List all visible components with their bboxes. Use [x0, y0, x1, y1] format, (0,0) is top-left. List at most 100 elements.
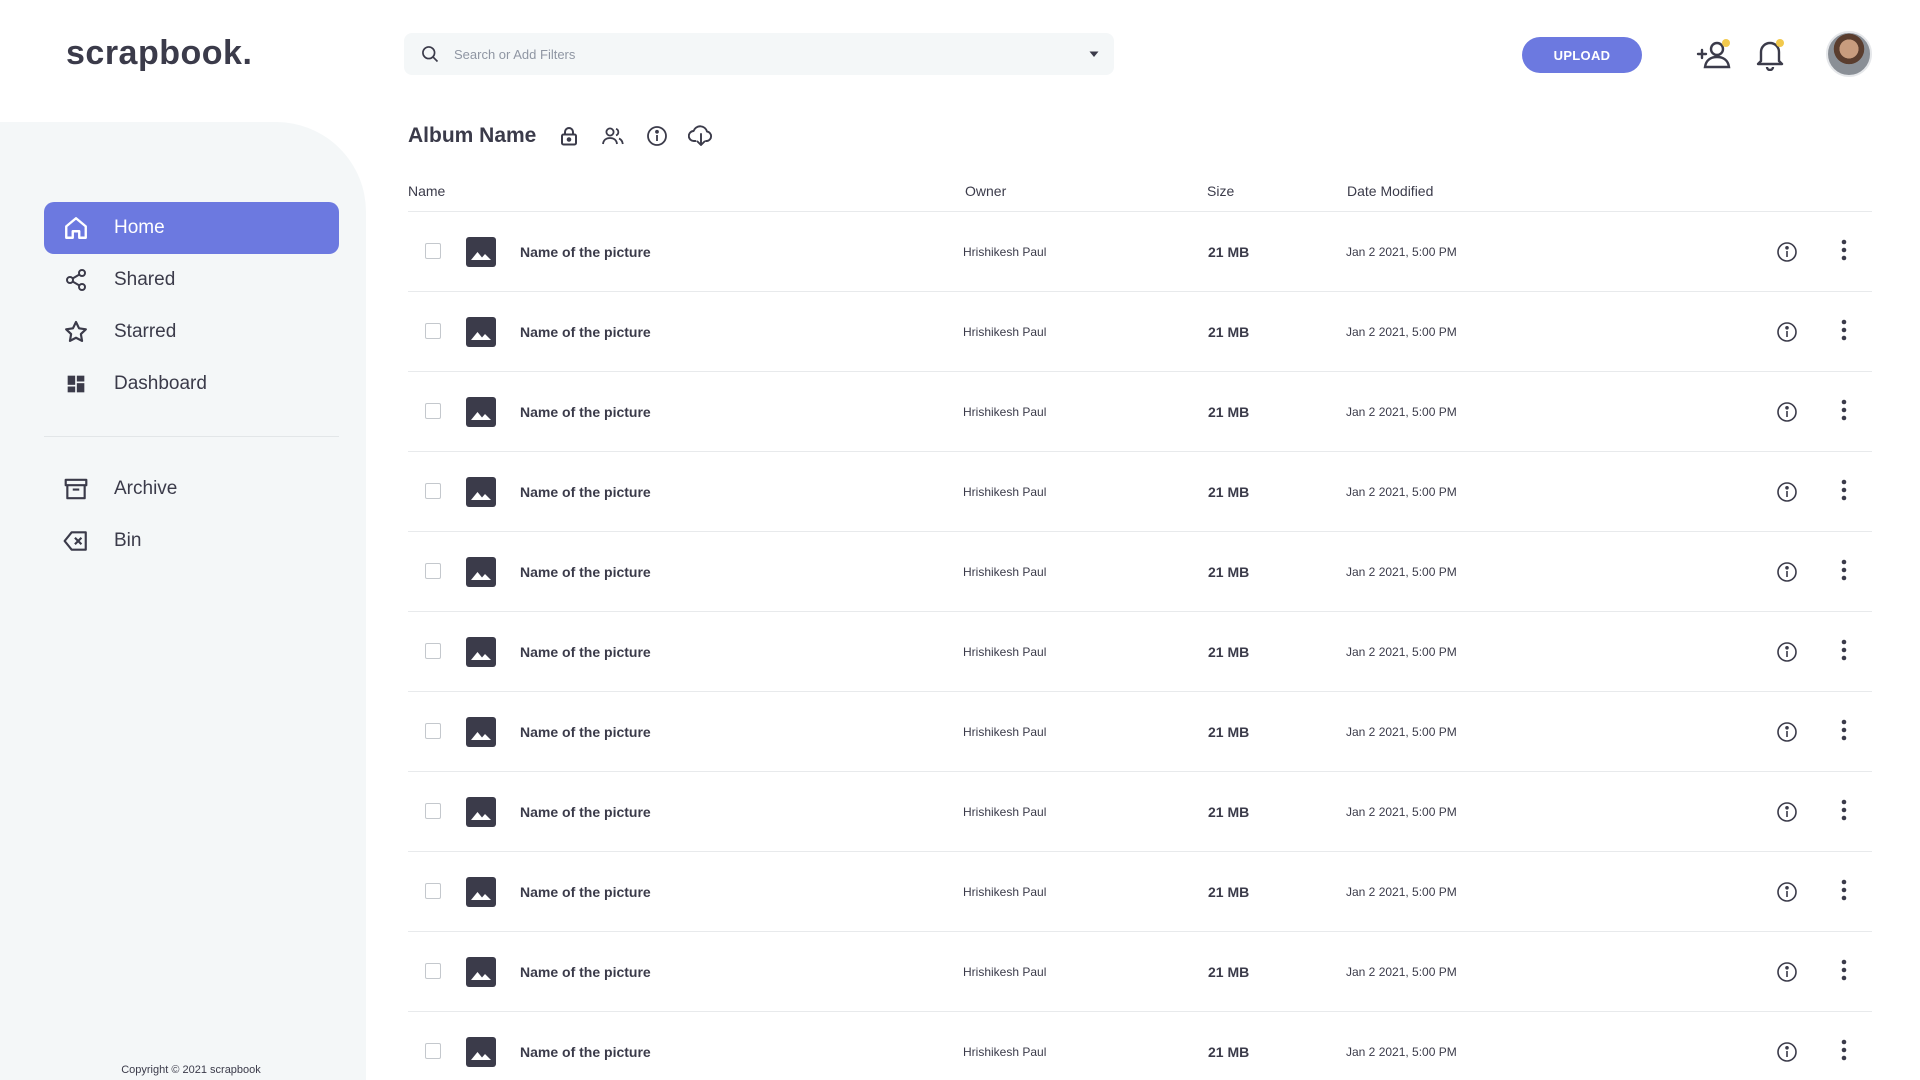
chevron-down-icon[interactable] [1088, 48, 1100, 60]
row-checkbox[interactable] [425, 803, 441, 819]
file-name[interactable]: Name of the picture [520, 324, 651, 340]
table-row[interactable]: Name of the picture Hrishikesh Paul 21 M… [408, 612, 1872, 692]
row-checkbox[interactable] [425, 883, 441, 899]
row-checkbox[interactable] [425, 643, 441, 659]
file-owner: Hrishikesh Paul [963, 565, 1047, 579]
file-date: Jan 2 2021, 5:00 PM [1346, 1045, 1457, 1059]
file-date: Jan 2 2021, 5:00 PM [1346, 485, 1457, 499]
info-icon[interactable] [1776, 1041, 1798, 1063]
bell-icon[interactable] [1750, 34, 1790, 74]
file-name[interactable]: Name of the picture [520, 964, 651, 980]
row-checkbox[interactable] [425, 323, 441, 339]
more-vertical-icon[interactable] [1832, 879, 1856, 905]
search-input[interactable] [454, 46, 1054, 62]
more-vertical-icon[interactable] [1832, 799, 1856, 825]
file-date: Jan 2 2021, 5:00 PM [1346, 645, 1457, 659]
table-row[interactable]: Name of the picture Hrishikesh Paul 21 M… [408, 692, 1872, 772]
more-vertical-icon[interactable] [1832, 959, 1856, 985]
more-vertical-icon[interactable] [1832, 1039, 1856, 1065]
info-icon[interactable] [1776, 241, 1798, 263]
row-checkbox[interactable] [425, 483, 441, 499]
info-icon[interactable] [1776, 401, 1798, 423]
column-header-size[interactable]: Size [1207, 183, 1234, 199]
upload-button[interactable]: UPLOAD [1522, 37, 1642, 73]
info-icon[interactable] [1776, 321, 1798, 343]
file-date: Jan 2 2021, 5:00 PM [1346, 245, 1457, 259]
table-row[interactable]: Name of the picture Hrishikesh Paul 21 M… [408, 372, 1872, 452]
image-icon [466, 237, 496, 267]
info-icon[interactable] [1776, 641, 1798, 663]
sidebar-item-label: Shared [114, 269, 176, 290]
app-logo[interactable]: scrapbook. [66, 34, 252, 73]
file-name[interactable]: Name of the picture [520, 804, 651, 820]
more-vertical-icon[interactable] [1832, 559, 1856, 585]
more-vertical-icon[interactable] [1832, 239, 1856, 265]
row-checkbox[interactable] [425, 723, 441, 739]
more-vertical-icon[interactable] [1832, 639, 1856, 665]
search-bar[interactable] [404, 33, 1114, 75]
info-icon[interactable] [1776, 801, 1798, 823]
row-checkbox[interactable] [425, 403, 441, 419]
table-row[interactable]: Name of the picture Hrishikesh Paul 21 M… [408, 452, 1872, 532]
share-icon [62, 266, 90, 294]
info-icon[interactable] [1776, 481, 1798, 503]
file-date: Jan 2 2021, 5:00 PM [1346, 805, 1457, 819]
file-name[interactable]: Name of the picture [520, 724, 651, 740]
add-user-icon[interactable] [1694, 34, 1734, 74]
sidebar-item-bin[interactable]: Bin [44, 515, 339, 567]
lock-icon[interactable] [554, 121, 584, 151]
people-icon[interactable] [598, 121, 628, 151]
image-icon [466, 1037, 496, 1067]
file-size: 21 MB [1208, 724, 1250, 740]
table-row[interactable]: Name of the picture Hrishikesh Paul 21 M… [408, 772, 1872, 852]
sidebar-item-shared[interactable]: Shared [44, 254, 339, 306]
table-row[interactable]: Name of the picture Hrishikesh Paul 21 M… [408, 852, 1872, 932]
file-name[interactable]: Name of the picture [520, 404, 651, 420]
info-icon[interactable] [1776, 881, 1798, 903]
file-size: 21 MB [1208, 964, 1250, 980]
file-name[interactable]: Name of the picture [520, 484, 651, 500]
table-row[interactable]: Name of the picture Hrishikesh Paul 21 M… [408, 532, 1872, 612]
info-icon[interactable] [1776, 721, 1798, 743]
file-name[interactable]: Name of the picture [520, 564, 651, 580]
table-row[interactable]: Name of the picture Hrishikesh Paul 21 M… [408, 212, 1872, 292]
table-row[interactable]: Name of the picture Hrishikesh Paul 21 M… [408, 292, 1872, 372]
image-icon [466, 637, 496, 667]
file-name[interactable]: Name of the picture [520, 1044, 651, 1060]
column-header-date[interactable]: Date Modified [1347, 183, 1433, 199]
file-name[interactable]: Name of the picture [520, 244, 651, 260]
file-name[interactable]: Name of the picture [520, 644, 651, 660]
sidebar-item-label: Starred [114, 321, 177, 342]
more-vertical-icon[interactable] [1832, 319, 1856, 345]
column-header-owner[interactable]: Owner [965, 183, 1006, 199]
sidebar-item-dashboard[interactable]: Dashboard [44, 358, 339, 410]
file-owner: Hrishikesh Paul [963, 405, 1047, 419]
file-size: 21 MB [1208, 804, 1250, 820]
copyright: Copyright © 2021 scrapbook [121, 1064, 261, 1076]
sidebar-item-home[interactable]: Home [44, 202, 339, 254]
more-vertical-icon[interactable] [1832, 479, 1856, 505]
table-row[interactable]: Name of the picture Hrishikesh Paul 21 M… [408, 932, 1872, 1012]
row-checkbox[interactable] [425, 1043, 441, 1059]
file-owner: Hrishikesh Paul [963, 325, 1047, 339]
info-icon[interactable] [1776, 561, 1798, 583]
sidebar-item-starred[interactable]: Starred [44, 306, 339, 358]
table-row[interactable]: Name of the picture Hrishikesh Paul 21 M… [408, 1012, 1872, 1080]
row-checkbox[interactable] [425, 243, 441, 259]
avatar[interactable] [1826, 31, 1872, 77]
cloud-download-icon[interactable] [686, 121, 716, 151]
more-vertical-icon[interactable] [1832, 399, 1856, 425]
row-checkbox[interactable] [425, 963, 441, 979]
file-date: Jan 2 2021, 5:00 PM [1346, 885, 1457, 899]
image-icon [466, 397, 496, 427]
image-icon [466, 717, 496, 747]
row-checkbox[interactable] [425, 563, 441, 579]
info-icon[interactable] [1776, 961, 1798, 983]
info-icon[interactable] [642, 121, 672, 151]
column-header-name[interactable]: Name [408, 183, 445, 199]
sidebar-item-label: Home [114, 217, 165, 238]
sidebar-item-archive[interactable]: Archive [44, 463, 339, 515]
more-vertical-icon[interactable] [1832, 719, 1856, 745]
file-name[interactable]: Name of the picture [520, 884, 651, 900]
archive-icon [62, 475, 90, 503]
